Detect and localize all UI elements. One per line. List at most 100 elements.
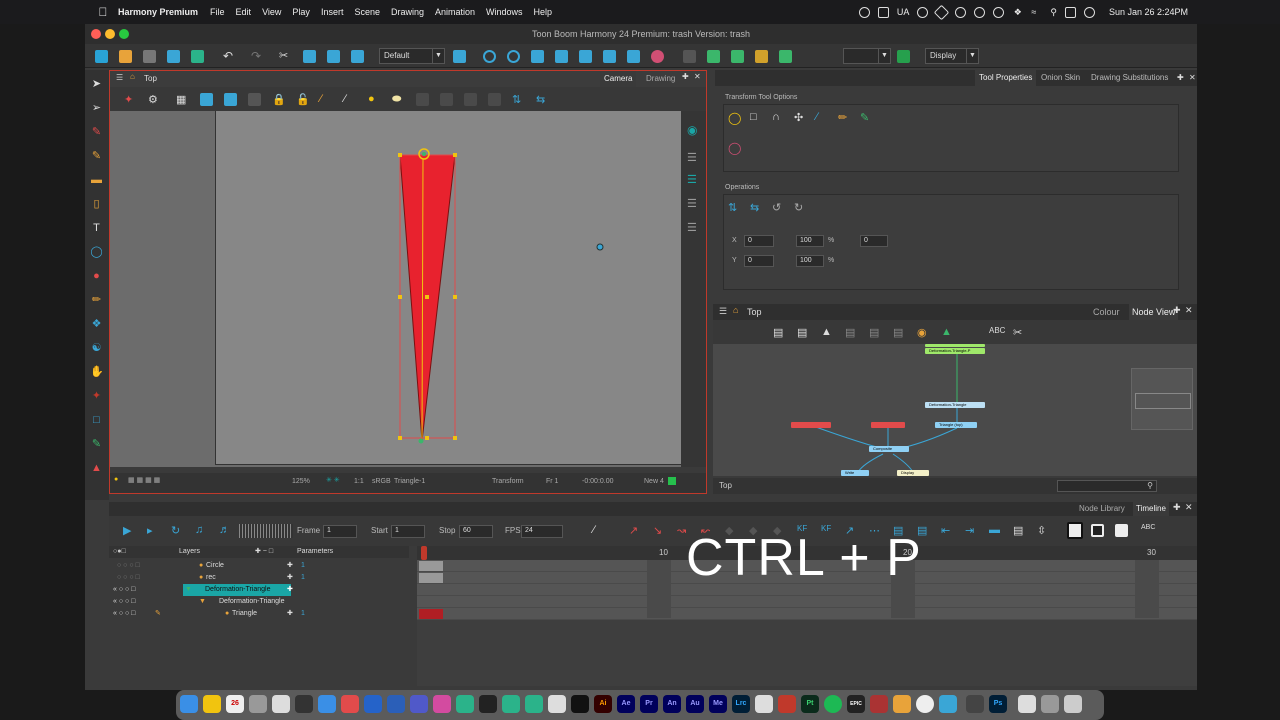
audition-icon[interactable]: Au bbox=[686, 695, 704, 713]
bluetooth-icon[interactable]: ❖ bbox=[1012, 7, 1023, 18]
terminal-icon[interactable] bbox=[479, 695, 497, 713]
deform-tool-icon[interactable]: ✦ bbox=[90, 390, 103, 403]
first-frame-icon[interactable] bbox=[531, 50, 544, 63]
redo-icon[interactable]: ↷ bbox=[251, 50, 264, 63]
onion-icon[interactable] bbox=[248, 93, 261, 106]
light-table-icon[interactable]: ● bbox=[368, 93, 381, 106]
blender-icon[interactable] bbox=[893, 695, 911, 713]
rotate-ccw-icon[interactable]: ↺ bbox=[772, 201, 785, 214]
trash-icon[interactable] bbox=[1064, 695, 1082, 713]
node-display[interactable]: Display bbox=[897, 470, 929, 476]
node-write[interactable]: Write bbox=[841, 470, 869, 476]
outlook-icon[interactable] bbox=[364, 695, 382, 713]
flip-h-icon[interactable]: ⇅ bbox=[728, 201, 741, 214]
menu-insert[interactable]: Insert bbox=[321, 7, 344, 17]
workspace-preset-dropdown[interactable]: Default ▼ bbox=[379, 48, 445, 64]
play-icon[interactable]: ▶ bbox=[123, 524, 136, 537]
add-view-icon[interactable]: ✚ bbox=[1173, 305, 1181, 316]
toggle-sync-icon[interactable]: ▬ bbox=[989, 524, 1002, 537]
thumbnail-toggle-icon[interactable] bbox=[1067, 522, 1083, 539]
add-view-icon[interactable]: ✚ bbox=[682, 72, 689, 81]
motion-icon[interactable]: ✎ bbox=[860, 111, 873, 124]
layer-name[interactable]: Deformation-Triangle bbox=[219, 596, 285, 608]
layer-stack-1-icon[interactable]: ☰ bbox=[687, 151, 700, 164]
apple-menu-icon[interactable]:  bbox=[96, 5, 110, 19]
timeline-row[interactable] bbox=[417, 596, 1197, 608]
sound-scrub-icon[interactable]: ♬ bbox=[219, 524, 232, 537]
stop-field[interactable]: 60 bbox=[459, 525, 493, 538]
angle-field[interactable]: 0 bbox=[860, 235, 888, 247]
light-icon[interactable]: ● bbox=[114, 476, 118, 483]
line-mode-icon[interactable]: ∕ bbox=[593, 524, 606, 537]
live-app-icon[interactable] bbox=[571, 695, 589, 713]
select-tool-icon[interactable]: ➤ bbox=[90, 78, 103, 91]
menu-drawing[interactable]: Drawing bbox=[391, 7, 424, 17]
lock-icon[interactable]: 🔒 bbox=[272, 93, 286, 106]
tab-timeline[interactable]: Timeline bbox=[1133, 502, 1169, 516]
node-circle[interactable] bbox=[791, 422, 831, 428]
ellipse-tool-icon[interactable]: ◯ bbox=[90, 246, 103, 259]
focus-icon[interactable] bbox=[974, 6, 986, 18]
input-language[interactable]: UA bbox=[897, 7, 910, 17]
node-deformation-triangle-p[interactable]: Deformation-Triangle-P bbox=[925, 348, 985, 354]
y-position-field[interactable]: 0 bbox=[744, 255, 774, 267]
import-icon[interactable] bbox=[191, 50, 204, 63]
field-guide-icon[interactable] bbox=[224, 93, 237, 106]
tint-toggle-icon[interactable] bbox=[1115, 524, 1128, 537]
node-tool-8-icon[interactable]: ▲ bbox=[941, 326, 954, 339]
fps-field[interactable]: 24 bbox=[521, 525, 563, 538]
layer-name[interactable]: rec bbox=[206, 572, 216, 584]
menu-animation[interactable]: Animation bbox=[435, 7, 475, 17]
tab-drawing[interactable]: Drawing bbox=[642, 71, 679, 87]
finder-icon[interactable] bbox=[180, 695, 198, 713]
node-composite[interactable]: Composite bbox=[869, 446, 909, 452]
deform-rig-icon[interactable] bbox=[779, 50, 792, 63]
cut-icon[interactable]: ✂ bbox=[279, 50, 292, 63]
tab-onion-skin[interactable]: Onion Skin bbox=[1037, 70, 1084, 86]
animate-icon[interactable]: An bbox=[663, 695, 681, 713]
minimize-window-button[interactable] bbox=[105, 29, 115, 39]
pixel-ratio[interactable]: 1:1 bbox=[354, 478, 364, 485]
deform-value-dropdown[interactable]: ▼ bbox=[843, 48, 891, 64]
node-rec[interactable] bbox=[871, 422, 905, 428]
grid-status-icon[interactable] bbox=[877, 6, 889, 18]
eye-icon[interactable]: ◉ bbox=[687, 123, 700, 137]
close-view-icon[interactable]: ✕ bbox=[694, 72, 701, 81]
deform-envelope-icon[interactable] bbox=[755, 50, 768, 63]
tab-colour[interactable]: Colour bbox=[1093, 307, 1120, 317]
tab-node-view[interactable]: Node View bbox=[1129, 304, 1179, 320]
dropper-tool-icon[interactable]: ✏ bbox=[90, 294, 103, 307]
sound-icon[interactable]: ♫ bbox=[195, 524, 208, 537]
menu-file[interactable]: File bbox=[210, 7, 225, 17]
illustrator-icon[interactable]: Ai bbox=[594, 695, 612, 713]
notes-icon[interactable] bbox=[203, 695, 221, 713]
animate-mode-icon[interactable]: ✦ bbox=[124, 93, 137, 106]
flip-vertical-icon[interactable]: ⇆ bbox=[536, 93, 549, 106]
deform-chain-icon[interactable] bbox=[707, 50, 720, 63]
system-settings-icon[interactable] bbox=[249, 695, 267, 713]
app-menu[interactable]: Harmony Premium bbox=[118, 7, 198, 17]
snap-icon[interactable]: ∩ bbox=[772, 111, 785, 124]
prev-frame-icon[interactable] bbox=[555, 50, 568, 63]
spotlight-search-icon[interactable]: ⚲ bbox=[1050, 7, 1057, 18]
home-icon[interactable]: ⌂ bbox=[130, 72, 135, 81]
play-selection-icon[interactable]: ▸ bbox=[147, 524, 160, 537]
paint-tool-icon[interactable]: ● bbox=[90, 270, 103, 283]
layer-name[interactable]: Triangle bbox=[232, 608, 257, 620]
ease-out-icon[interactable]: ↘ bbox=[653, 524, 666, 537]
start-field[interactable]: 1 bbox=[391, 525, 425, 538]
tab-node-library[interactable]: Node Library bbox=[1079, 504, 1125, 513]
safe-area-icon[interactable] bbox=[200, 93, 213, 106]
next-frame-icon[interactable] bbox=[579, 50, 592, 63]
pencil-icon[interactable]: ✎ bbox=[155, 608, 161, 620]
document-icon[interactable] bbox=[1018, 695, 1036, 713]
play-status-icon[interactable] bbox=[993, 6, 1005, 18]
node-tool-1-icon[interactable]: ▤ bbox=[773, 326, 786, 339]
cell-view-icon[interactable]: ▤ bbox=[1013, 524, 1026, 537]
node-top-bar[interactable] bbox=[925, 344, 985, 347]
menu-play[interactable]: Play bbox=[292, 7, 310, 17]
pivot-icon[interactable]: ✏ bbox=[838, 111, 851, 124]
add-view-icon[interactable]: ✚ bbox=[1173, 502, 1181, 513]
screen-app-icon[interactable] bbox=[966, 695, 984, 713]
search-icon[interactable]: ⚲ bbox=[1147, 481, 1153, 490]
